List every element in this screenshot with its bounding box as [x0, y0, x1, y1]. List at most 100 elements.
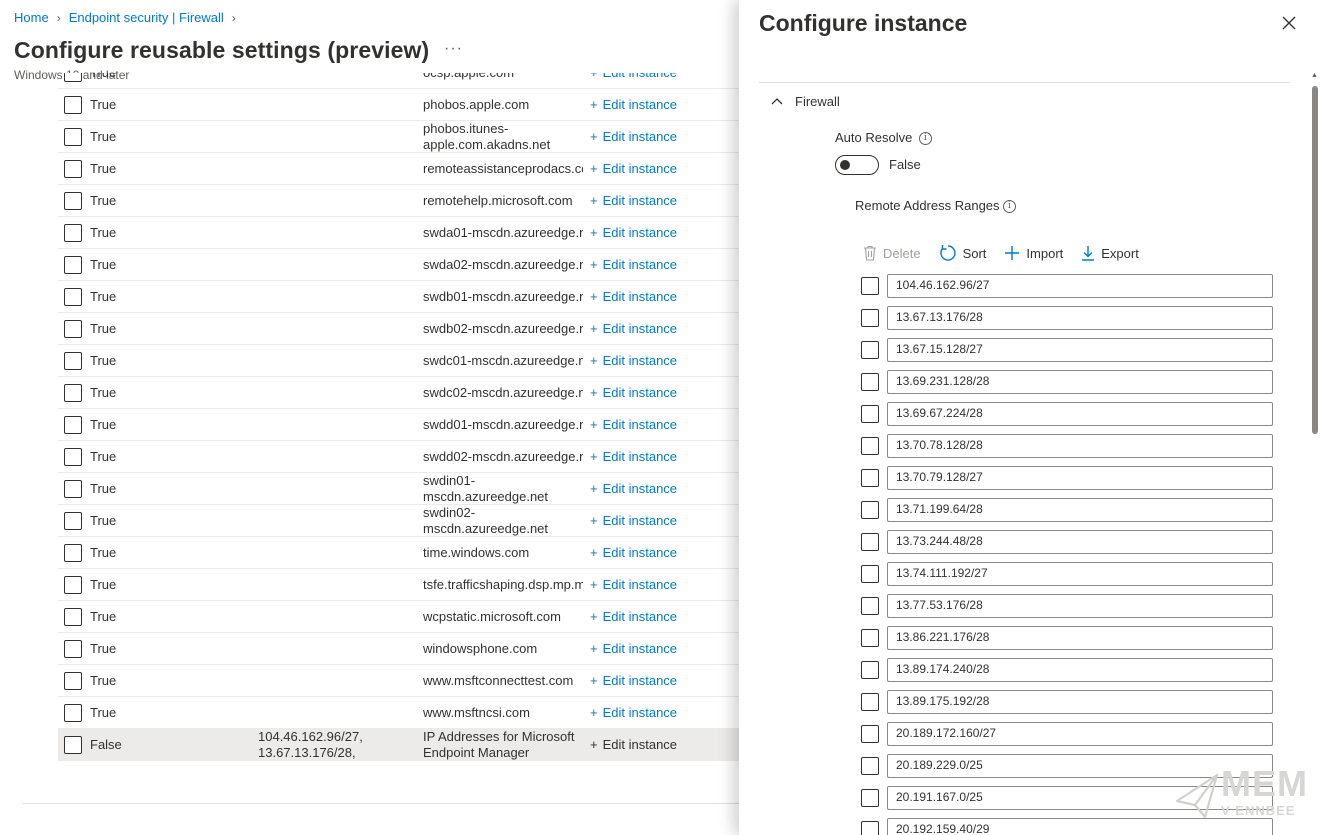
edit-instance-link[interactable]: + Edit instance [590, 225, 677, 241]
row-checkbox[interactable] [64, 736, 82, 754]
chevron-up-icon[interactable] [770, 95, 784, 107]
table-row[interactable]: True swdc02-mscdn.azureedge.net + Edit inst… [58, 377, 740, 409]
range-checkbox[interactable] [861, 373, 879, 391]
range-input[interactable]: 20.189.172.160/27 [887, 722, 1273, 746]
row-checkbox[interactable] [64, 192, 82, 210]
range-input[interactable]: 13.70.79.128/27 [887, 466, 1273, 490]
edit-instance-link[interactable]: + Edit instance [590, 513, 677, 529]
edit-instance-link[interactable]: + Edit instance [590, 417, 677, 433]
range-checkbox[interactable] [861, 789, 879, 807]
range-input[interactable]: 13.73.244.48/28 [887, 530, 1273, 554]
edit-instance-link[interactable]: + Edit instance [590, 545, 677, 561]
range-input[interactable]: 13.71.199.64/28 [887, 498, 1273, 522]
row-checkbox[interactable] [64, 416, 82, 434]
edit-instance-link[interactable]: + Edit instance [590, 481, 677, 497]
table-row[interactable]: True remoteassistanceprodacs.cc + Edit inst… [58, 153, 740, 185]
range-input[interactable]: 13.70.78.128/28 [887, 434, 1273, 458]
row-checkbox[interactable] [64, 352, 82, 370]
range-checkbox[interactable] [861, 757, 879, 775]
range-input[interactable]: 13.69.231.128/28 [887, 370, 1273, 394]
row-checkbox[interactable] [64, 384, 82, 402]
table-row[interactable]: Trueocsp.apple.com+Edit instance [58, 73, 740, 89]
table-row[interactable]: True tsfe.trafficshaping.dsp.mp.m + Edit in… [58, 569, 740, 601]
table-row[interactable]: True phobos.itunes-apple.com.akadns.net + E… [58, 121, 740, 153]
range-input[interactable]: 13.67.13.176/28 [887, 306, 1273, 330]
edit-instance-link[interactable]: + Edit instance [590, 257, 677, 273]
row-checkbox[interactable] [64, 128, 82, 146]
row-checkbox[interactable] [64, 224, 82, 242]
row-checkbox[interactable] [64, 608, 82, 626]
range-checkbox[interactable] [861, 821, 879, 835]
range-checkbox[interactable] [861, 501, 879, 519]
panel-scrollbar[interactable]: ▲ [1309, 70, 1321, 835]
edit-instance-link[interactable]: + Edit instance [590, 737, 677, 753]
range-checkbox[interactable] [861, 533, 879, 551]
row-checkbox[interactable] [64, 320, 82, 338]
edit-instance-link[interactable]: + Edit instance [590, 577, 677, 593]
range-checkbox[interactable] [861, 405, 879, 423]
table-row[interactable]: True www.msftncsi.com + Edit instance [58, 697, 740, 729]
table-row[interactable]: True swdin02-mscdn.azureedge.net + Edit ins… [58, 505, 740, 537]
row-checkbox[interactable] [64, 160, 82, 178]
export-button[interactable]: Export [1081, 245, 1139, 261]
row-checkbox[interactable] [64, 672, 82, 690]
range-checkbox[interactable] [861, 565, 879, 583]
edit-instance-link[interactable]: + Edit instance [590, 193, 677, 209]
row-checkbox[interactable] [64, 480, 82, 498]
edit-instance-link[interactable]: + Edit instance [590, 641, 677, 657]
scroll-up-icon[interactable]: ▲ [1311, 72, 1318, 79]
range-input[interactable]: 13.69.67.224/28 [887, 402, 1273, 426]
table-row[interactable]: True swdd02-mscdn.azureedge.net + Edit inst… [58, 441, 740, 473]
range-input[interactable]: 13.77.53.176/28 [887, 594, 1273, 618]
row-checkbox[interactable] [64, 256, 82, 274]
table-row[interactable]: False 104.46.162.96/27, 13.67.13.176/28, I… [58, 729, 740, 761]
range-checkbox[interactable] [861, 469, 879, 487]
range-checkbox[interactable] [861, 693, 879, 711]
edit-instance-link[interactable]: + Edit instance [590, 449, 677, 465]
row-checkbox[interactable] [64, 73, 82, 82]
row-checkbox[interactable] [64, 448, 82, 466]
table-row[interactable]: True windowsphone.com + Edit instance [58, 633, 740, 665]
info-icon[interactable]: i [919, 132, 932, 145]
close-icon[interactable] [1280, 14, 1298, 32]
edit-instance-link[interactable]: + Edit instance [590, 321, 677, 337]
table-row[interactable]: True swda01-mscdn.azureedge.net + Edit inst… [58, 217, 740, 249]
info-icon[interactable]: i [1003, 200, 1016, 213]
range-input[interactable]: 104.46.162.96/27 [887, 274, 1273, 298]
row-checkbox[interactable] [64, 96, 82, 114]
auto-resolve-toggle[interactable] [835, 155, 879, 175]
table-row[interactable]: True swda02-mscdn.azureedge.net + Edit inst… [58, 249, 740, 281]
row-checkbox[interactable] [64, 512, 82, 530]
edit-instance-link[interactable]: + Edit instance [590, 705, 677, 721]
table-row[interactable]: True phobos.apple.com + Edit instance [58, 89, 740, 121]
range-input[interactable]: 13.89.175.192/28 [887, 690, 1273, 714]
range-checkbox[interactable] [861, 437, 879, 455]
row-checkbox[interactable] [64, 576, 82, 594]
table-row[interactable]: True swdc01-mscdn.azureedge.net + Edit inst… [58, 345, 740, 377]
table-row[interactable]: True remotehelp.microsoft.com + Edit instan… [58, 185, 740, 217]
range-input[interactable]: 13.89.174.240/28 [887, 658, 1273, 682]
table-row[interactable]: True swdb01-mscdn.azureedge.net + Edit inst… [58, 281, 740, 313]
row-checkbox[interactable] [64, 288, 82, 306]
edit-instance-link[interactable]: + Edit instance [590, 161, 677, 177]
range-checkbox[interactable] [861, 277, 879, 295]
edit-instance-link[interactable]: + Edit instance [590, 129, 677, 145]
table-row[interactable]: True wcpstatic.microsoft.com + Edit instanc… [58, 601, 740, 633]
edit-instance-link[interactable]: + Edit instance [590, 609, 677, 625]
more-options-icon[interactable]: ··· [444, 40, 463, 58]
edit-instance-link[interactable]: + Edit instance [590, 289, 677, 305]
table-row[interactable]: True swdin01-mscdn.azureedge.net + Edit ins… [58, 473, 740, 505]
range-input[interactable]: 13.86.221.176/28 [887, 626, 1273, 650]
breadcrumb-endpoint-security-firewall[interactable]: Endpoint security | Firewall [69, 10, 224, 25]
range-checkbox[interactable] [861, 597, 879, 615]
table-row[interactable]: True swdd01-mscdn.azureedge.net + Edit inst… [58, 409, 740, 441]
breadcrumb-home[interactable]: Home [14, 10, 49, 25]
delete-button[interactable]: Delete [863, 245, 921, 261]
import-button[interactable]: Import [1004, 245, 1063, 261]
range-checkbox[interactable] [861, 629, 879, 647]
range-input[interactable]: 13.74.111.192/27 [887, 562, 1273, 586]
range-checkbox[interactable] [861, 725, 879, 743]
section-firewall-header[interactable]: Firewall [795, 94, 840, 109]
range-checkbox[interactable] [861, 341, 879, 359]
range-input[interactable]: 13.67.15.128/27 [887, 338, 1273, 362]
